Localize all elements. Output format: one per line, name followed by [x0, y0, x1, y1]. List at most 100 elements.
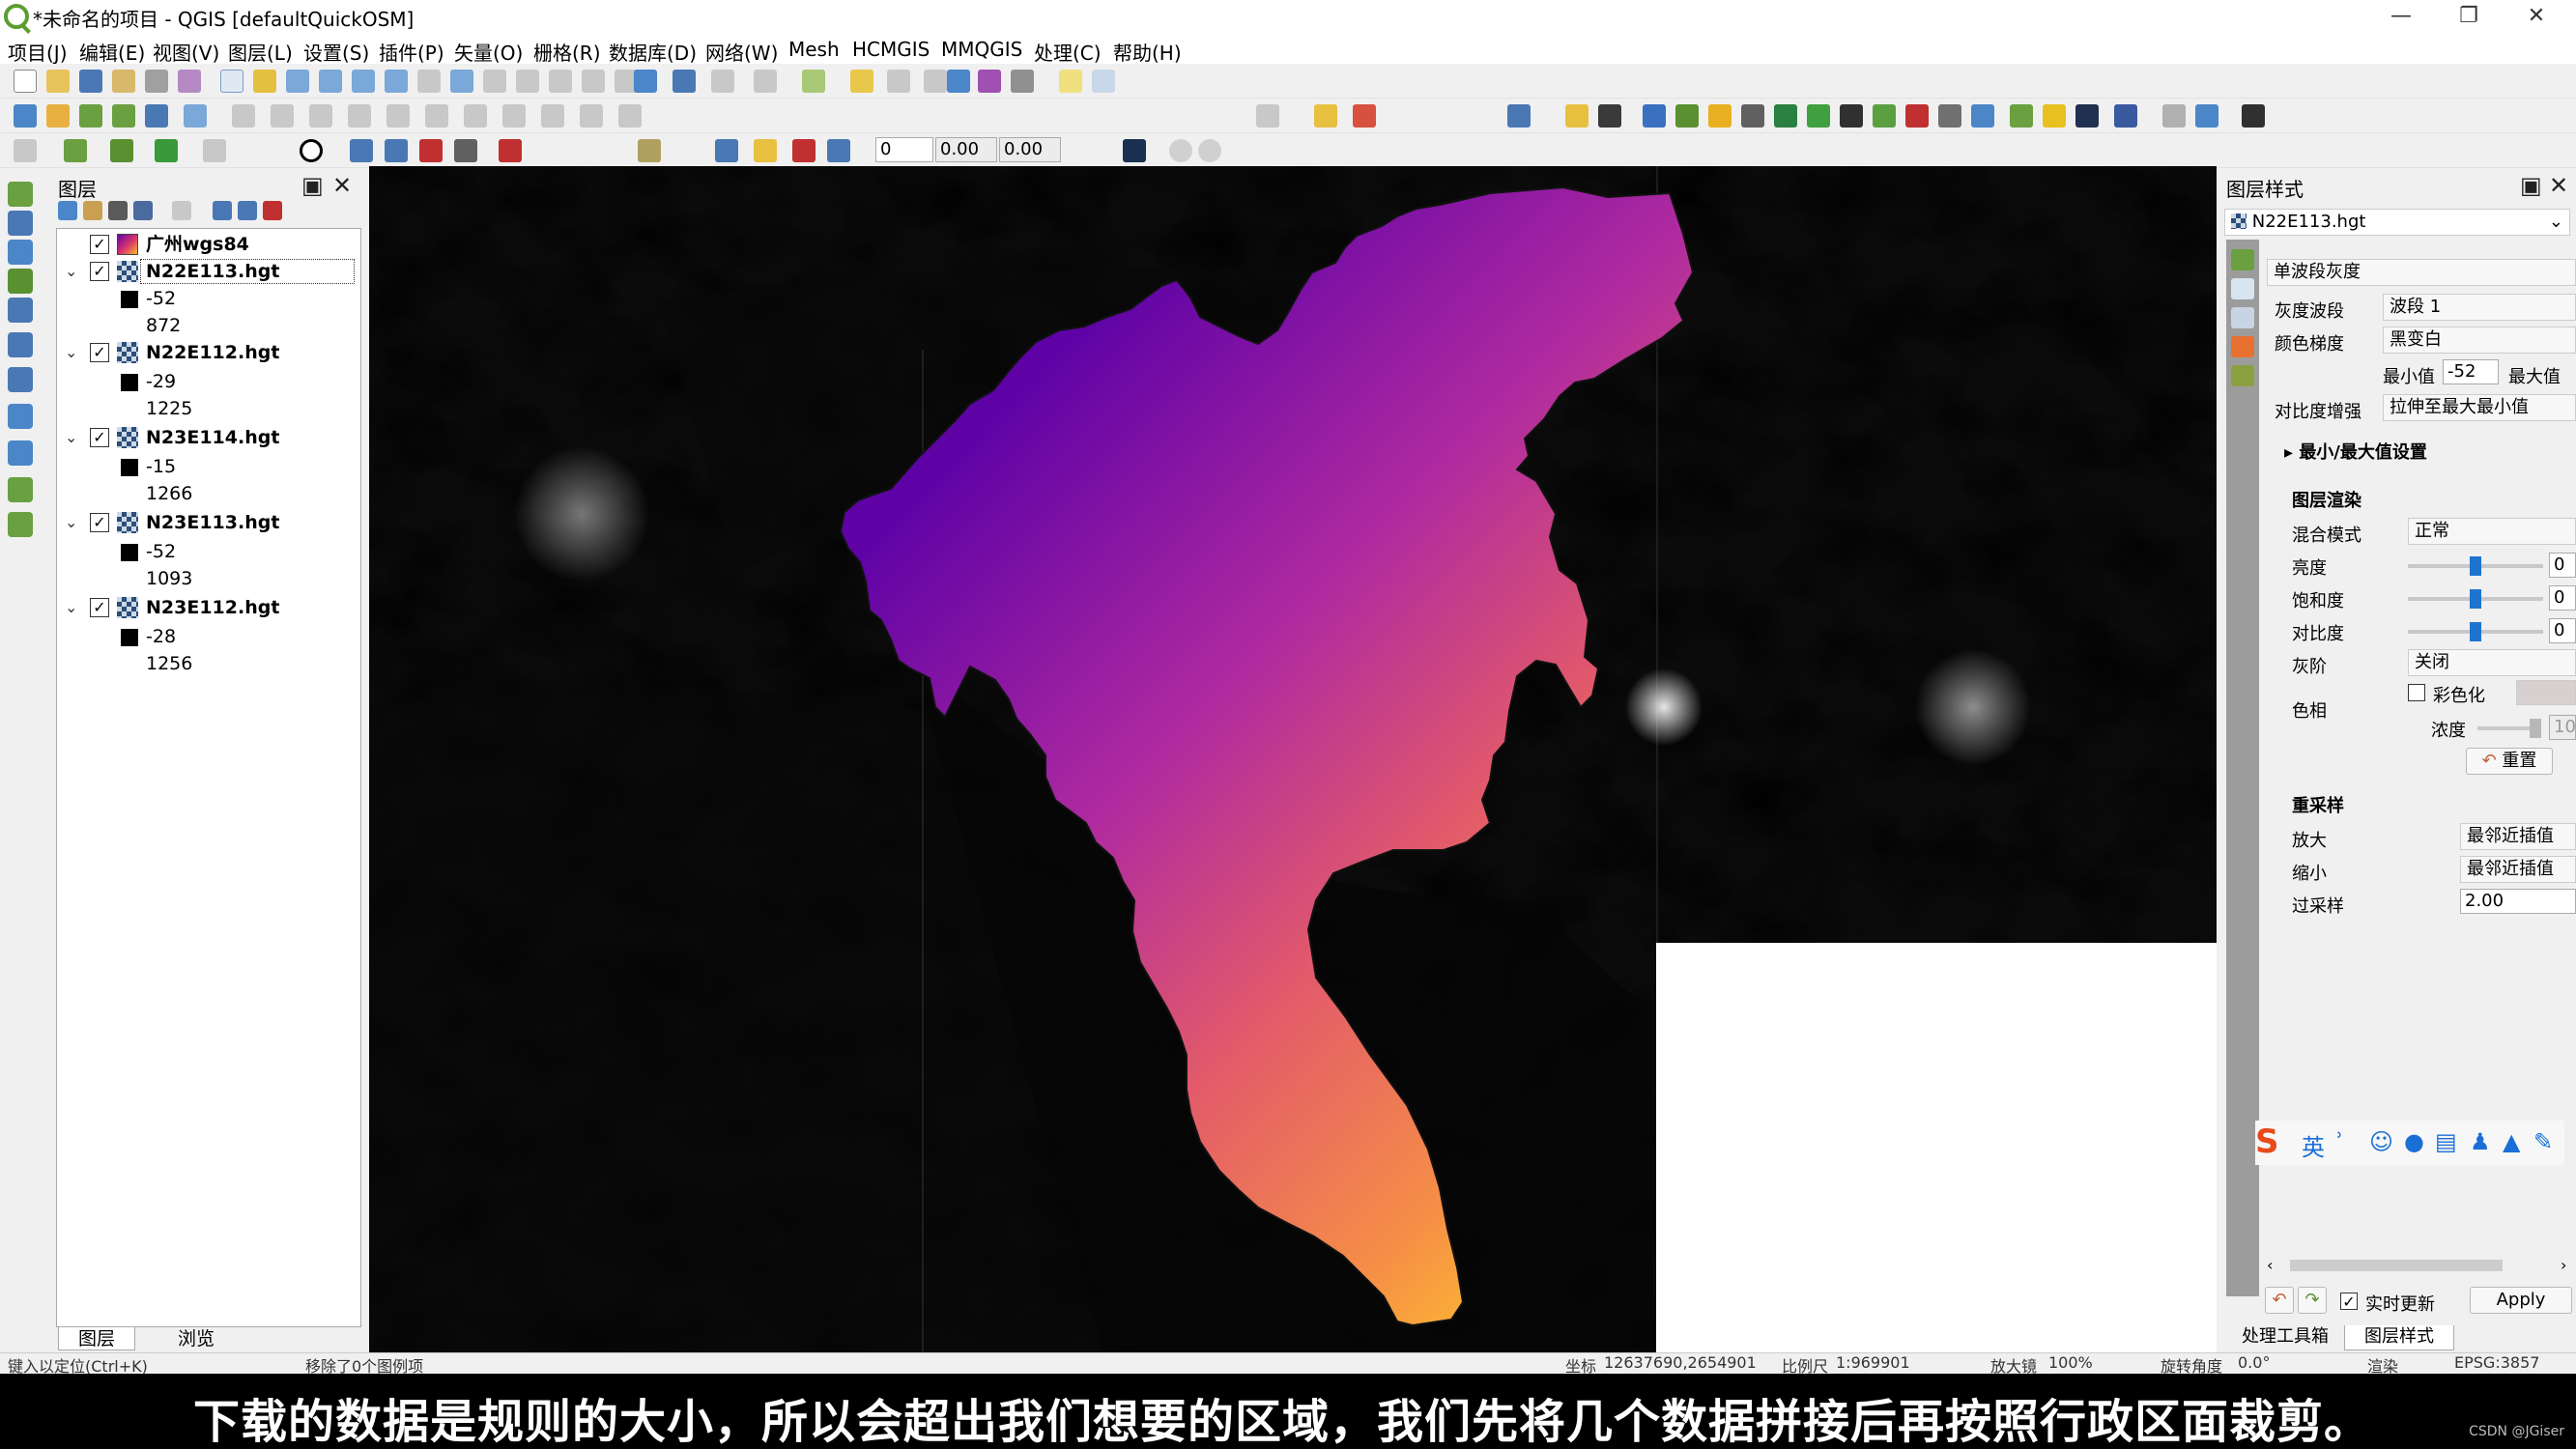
- color-gradient-combo[interactable]: 黑变白: [2383, 327, 2576, 354]
- zoom-out-resample-combo[interactable]: 最邻近插值: [2460, 856, 2576, 883]
- pen-tool-icon[interactable]: [715, 139, 738, 162]
- measure-icon[interactable]: [1011, 70, 1034, 93]
- reload-icon[interactable]: [110, 139, 133, 162]
- select-feature-icon[interactable]: [754, 70, 777, 93]
- sogou-logo-icon[interactable]: S: [2255, 1122, 2279, 1161]
- min-value-input[interactable]: -52: [2443, 359, 2499, 384]
- zoom-selection-icon[interactable]: [417, 70, 441, 93]
- add-wms-icon[interactable]: [8, 404, 33, 429]
- zoom-in-resample-combo[interactable]: 最邻近插值: [2460, 823, 2576, 850]
- style-manager-icon[interactable]: [178, 70, 201, 93]
- ime-voice-icon[interactable]: ●: [2404, 1128, 2424, 1155]
- plugin-h-icon[interactable]: [2242, 104, 2265, 128]
- offset-field-2[interactable]: 0.00: [935, 137, 997, 162]
- add-raster-icon[interactable]: [112, 104, 135, 128]
- add-vector-icon[interactable]: [79, 104, 102, 128]
- menu-mmqgis[interactable]: MMQGIS: [941, 38, 1022, 61]
- contrast-input[interactable]: 0: [2549, 618, 2576, 643]
- attribute-tool-icon[interactable]: [499, 139, 522, 162]
- field-calc-icon[interactable]: [887, 70, 910, 93]
- add-wfs-icon[interactable]: [8, 440, 33, 466]
- split-tool-icon[interactable]: [419, 139, 443, 162]
- contrast-enhancement-combo[interactable]: 拉伸至最大最小值: [2383, 394, 2576, 421]
- layer-visibility-checkbox[interactable]: ✓: [90, 262, 109, 281]
- camera-icon[interactable]: [1741, 104, 1764, 128]
- print-layout-icon[interactable]: [145, 70, 168, 93]
- line-tool-icon[interactable]: [385, 139, 408, 162]
- qr-icon[interactable]: [1840, 104, 1863, 128]
- python-icon[interactable]: [1643, 104, 1666, 128]
- add-vector-layer-icon[interactable]: [8, 182, 33, 207]
- digitize-icon[interactable]: [232, 104, 255, 128]
- menu-view[interactable]: 视图(V): [153, 38, 219, 66]
- close-style-panel-button[interactable]: ✕: [2549, 172, 2568, 199]
- contrast-slider-thumb[interactable]: [2470, 622, 2481, 641]
- plugin-g-icon[interactable]: [2195, 104, 2218, 128]
- label-tool-icon[interactable]: [1256, 104, 1279, 128]
- menu-raster[interactable]: 栅格(R): [533, 38, 601, 66]
- warning-icon[interactable]: [1708, 104, 1732, 128]
- rotation-value[interactable]: 0.0°: [2238, 1353, 2270, 1372]
- collapse-chevron-icon[interactable]: ⌄: [65, 339, 77, 366]
- add-csv-layer-icon[interactable]: [8, 269, 33, 294]
- new-gpkg-icon[interactable]: [46, 104, 70, 128]
- plugin-b-icon[interactable]: [1971, 104, 1994, 128]
- transparency-tab-icon[interactable]: [2231, 278, 2254, 299]
- ime-settings-icon[interactable]: ✎: [2533, 1128, 2553, 1155]
- eraser-tool-icon[interactable]: [792, 139, 816, 162]
- colorize-color-button[interactable]: [2516, 680, 2576, 705]
- reset-button[interactable]: ↶ 重置: [2466, 748, 2553, 775]
- wkt-icon[interactable]: [1905, 104, 1929, 128]
- add-virtual-icon[interactable]: [8, 512, 33, 537]
- pin-label-icon[interactable]: [1314, 104, 1337, 128]
- vertex-tool-icon[interactable]: [386, 104, 410, 128]
- add-mssql-icon[interactable]: [8, 367, 33, 392]
- add-postgis-icon[interactable]: [8, 332, 33, 357]
- map-canvas[interactable]: [369, 166, 2217, 1352]
- copy-icon[interactable]: [502, 104, 526, 128]
- locator-search[interactable]: 键入以定位(Ctrl+K): [8, 1353, 148, 1374]
- new-map-view-icon[interactable]: [582, 70, 605, 93]
- scroll-thumb[interactable]: [2290, 1260, 2503, 1271]
- pencil-tool-icon[interactable]: [754, 139, 777, 162]
- menu-edit[interactable]: 编辑(E): [79, 38, 145, 66]
- crs-value[interactable]: EPSG:3857: [2454, 1353, 2539, 1372]
- renderer-type-combo[interactable]: 单波段灰度: [2267, 259, 2576, 286]
- layer-visibility-checkbox[interactable]: ✓: [90, 513, 109, 532]
- menu-layer[interactable]: 图层(L): [228, 38, 293, 66]
- open-layer-styling-icon[interactable]: [58, 201, 77, 220]
- ime-punctuation-icon[interactable]: ʾ: [2336, 1128, 2343, 1155]
- expand-all-icon[interactable]: [213, 201, 232, 220]
- colorize-checkbox[interactable]: [2408, 684, 2425, 701]
- select-by-value-icon[interactable]: [802, 70, 825, 93]
- recycle-icon[interactable]: [155, 139, 178, 162]
- add-wcs-icon[interactable]: [8, 477, 33, 502]
- layer-copy-icon[interactable]: [203, 139, 226, 162]
- zoom-in-icon[interactable]: [286, 70, 309, 93]
- saturation-input[interactable]: 0: [2549, 585, 2576, 611]
- strength-slider-thumb[interactable]: [2530, 719, 2541, 738]
- grayscale-combo[interactable]: 关闭: [2408, 649, 2576, 676]
- menu-settings[interactable]: 设置(S): [303, 38, 369, 66]
- oversampling-input[interactable]: 2.00: [2460, 889, 2576, 914]
- close-panel-button[interactable]: ✕: [332, 172, 352, 199]
- zoom-last-icon[interactable]: [516, 70, 539, 93]
- gray-band-combo[interactable]: 波段 1: [2383, 294, 2576, 321]
- zoom-rubberband-icon[interactable]: [352, 70, 375, 93]
- filter-legend-icon[interactable]: [133, 201, 153, 220]
- deselect-icon[interactable]: [850, 70, 873, 93]
- open-table-icon[interactable]: [711, 70, 734, 93]
- open-project-icon[interactable]: [46, 70, 70, 93]
- pan-to-selection-icon[interactable]: [253, 70, 276, 93]
- ime-emoji-icon[interactable]: ☺: [2369, 1128, 2393, 1155]
- osm-icon[interactable]: [1774, 104, 1797, 128]
- layer-visibility-checkbox[interactable]: ✓: [90, 428, 109, 447]
- tab-processing-toolbox[interactable]: 处理工具箱: [2222, 1325, 2348, 1350]
- triangle-tool-icon[interactable]: [1565, 104, 1589, 128]
- statistics-icon[interactable]: [924, 70, 947, 93]
- render-label[interactable]: 渲染: [2367, 1353, 2398, 1374]
- offset-field-3[interactable]: 0.00: [999, 137, 1061, 162]
- rendering-tab-icon[interactable]: [2231, 336, 2254, 357]
- ime-skin-icon[interactable]: ▲: [2503, 1128, 2520, 1155]
- apply-button[interactable]: Apply: [2470, 1287, 2572, 1314]
